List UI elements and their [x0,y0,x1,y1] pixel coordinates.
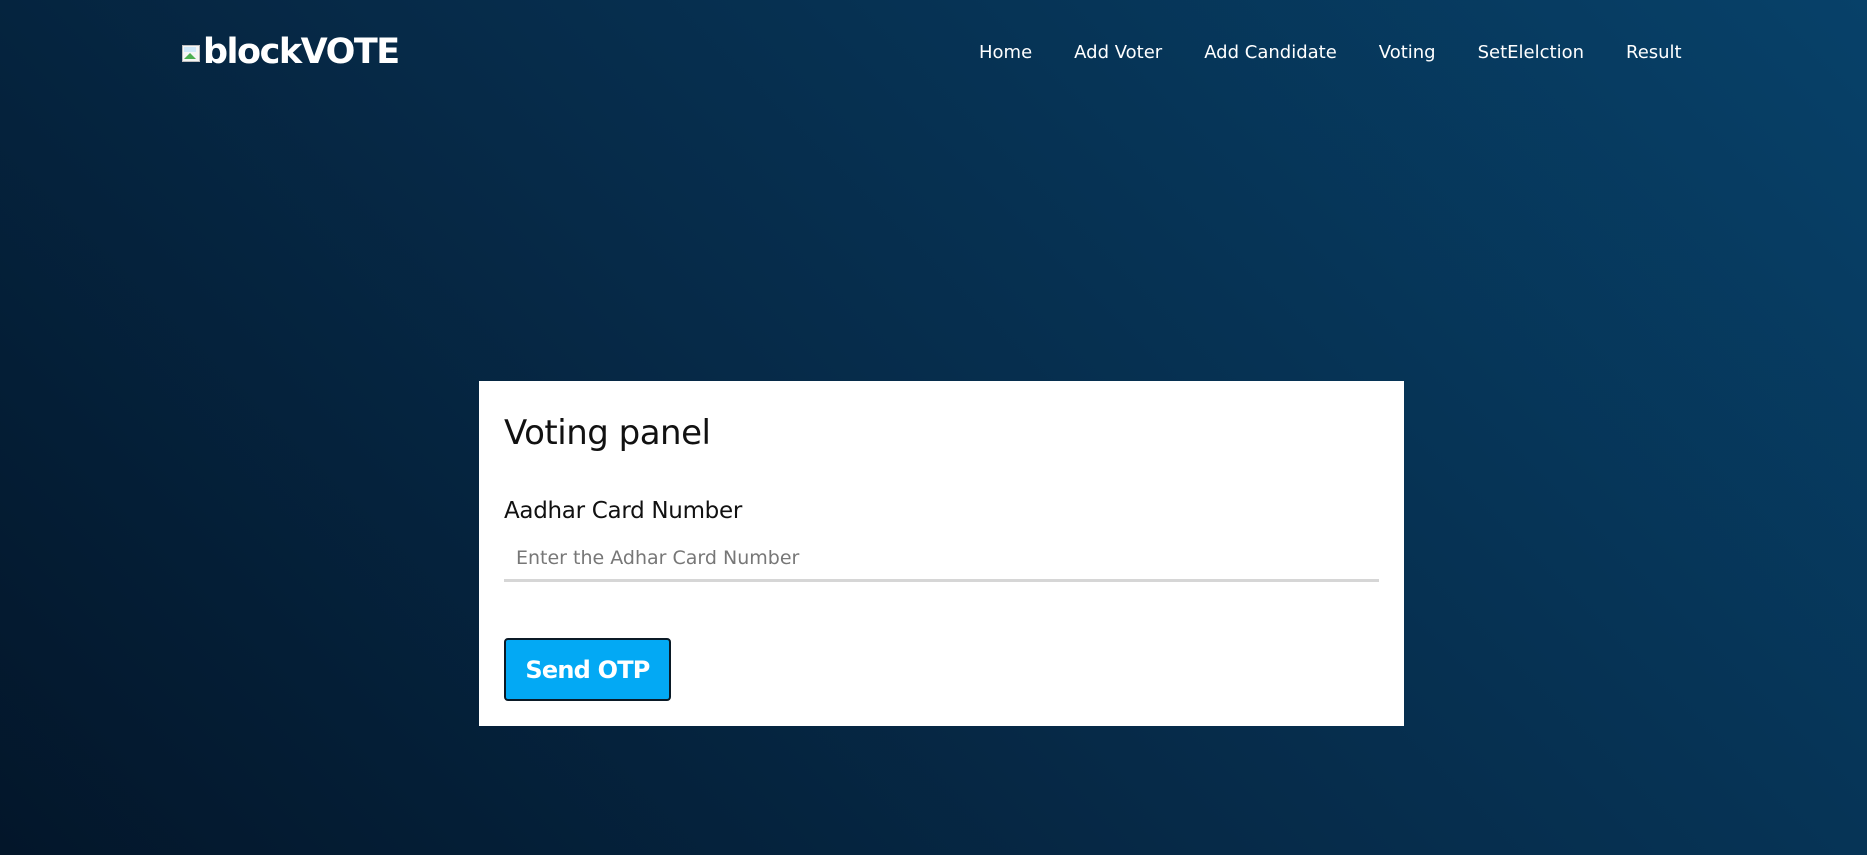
nav-home[interactable]: Home [979,38,1032,68]
top-navbar: blockVOTE Home Add Voter Add Candidate V… [0,0,1867,105]
send-otp-button[interactable]: Send OTP [504,638,671,701]
voting-panel: Voting panel Aadhar Card Number Send OTP [479,381,1404,726]
nav-result[interactable]: Result [1626,38,1682,68]
broken-image-icon [181,41,202,63]
nav-voting[interactable]: Voting [1379,38,1436,68]
nav-add-voter[interactable]: Add Voter [1074,38,1162,68]
voting-page: { "header": { "logo_alt_text": "blockVOT… [0,0,1867,855]
nav-add-candidate[interactable]: Add Candidate [1204,38,1337,68]
main-nav: Home Add Voter Add Candidate Voting SetE… [979,38,1682,68]
panel-title: Voting panel [504,413,711,453]
aadhar-input[interactable] [504,536,1379,582]
aadhar-label: Aadhar Card Number [504,498,742,524]
logo-link[interactable]: blockVOTE [181,30,400,74]
nav-set-election[interactable]: SetElelction [1478,38,1584,68]
logo-text: blockVOTE [203,32,400,72]
